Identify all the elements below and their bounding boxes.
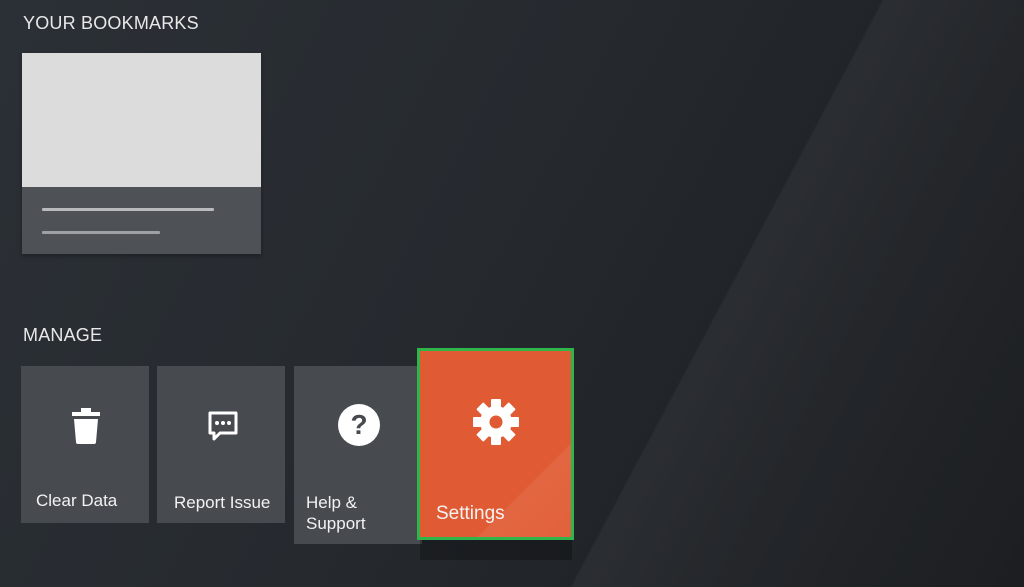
bookmark-subtitle-placeholder xyxy=(42,231,160,234)
help-support-tile[interactable]: ? Help & Support xyxy=(294,366,422,544)
report-issue-label: Report Issue xyxy=(174,493,271,512)
clear-data-tile[interactable]: Clear Data xyxy=(21,366,149,523)
bookmark-title-placeholder xyxy=(42,208,214,211)
message-icon xyxy=(208,411,238,441)
bookmark-thumbnail xyxy=(22,53,261,187)
trash-icon xyxy=(72,408,100,444)
settings-tile-shadow xyxy=(420,540,572,560)
bookmark-card[interactable] xyxy=(22,53,261,254)
svg-text:?: ? xyxy=(350,409,367,440)
bookmarks-section-title: YOUR BOOKMARKS xyxy=(23,13,199,33)
settings-tile[interactable]: Settings xyxy=(417,348,574,540)
report-issue-tile[interactable]: Report Issue xyxy=(157,366,285,523)
gear-icon xyxy=(473,399,519,445)
help-support-label-line1: Help & xyxy=(306,493,358,512)
settings-label: Settings xyxy=(436,503,505,524)
clear-data-label: Clear Data xyxy=(36,491,118,510)
help-support-label-line2: Support xyxy=(306,514,366,533)
manage-section-title: MANAGE xyxy=(23,325,103,345)
help-icon: ? xyxy=(338,404,380,446)
help-support-label: Help & Support xyxy=(306,492,416,534)
